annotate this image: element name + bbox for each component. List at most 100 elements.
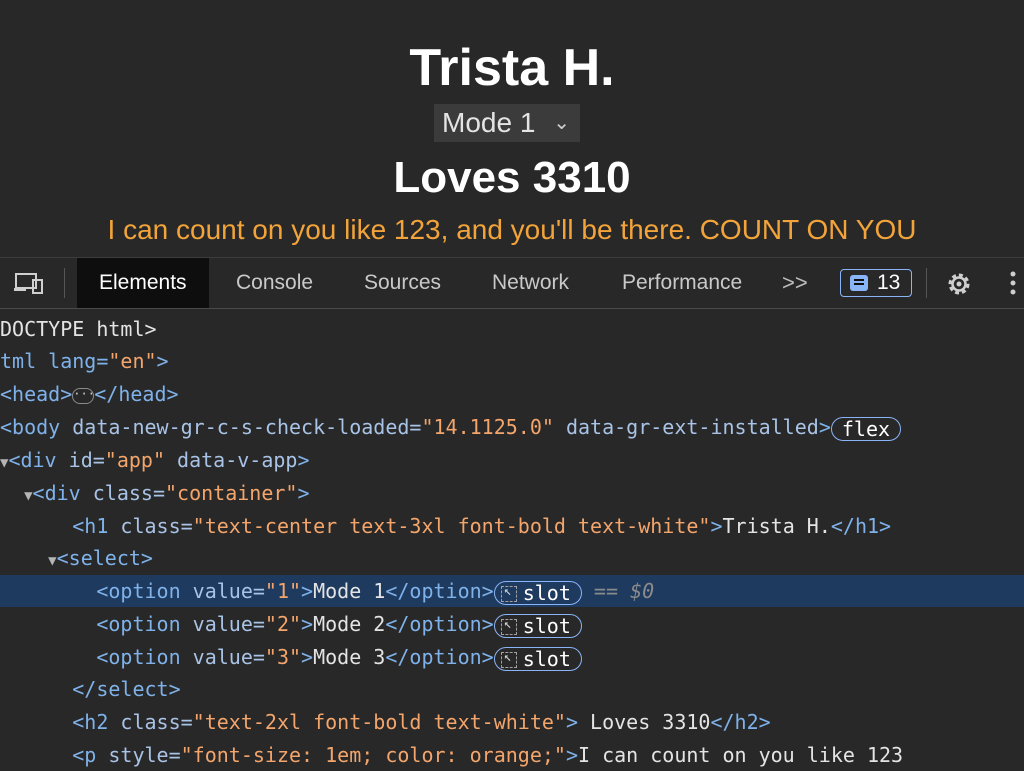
page-paragraph: I can count on you like 123, and you'll … xyxy=(107,214,917,245)
tree-line-h2[interactable]: <h2 class="text-2xl font-bold text-white… xyxy=(0,706,1024,738)
tree-line-option-1[interactable]: <option value="1">Mode 1</option> slot ==… xyxy=(0,575,1024,607)
flex-badge[interactable]: flex xyxy=(830,416,902,441)
text-node: Mode 3 xyxy=(313,645,386,669)
p-tag: <p xyxy=(72,743,109,767)
more-options-icon[interactable] xyxy=(1010,268,1016,298)
tag-close: > xyxy=(710,514,723,538)
attr-name: data-v-app xyxy=(165,448,298,472)
attr-name: data-new-gr-c-s-check-loaded= xyxy=(72,415,422,439)
more-tabs-button[interactable]: >> xyxy=(782,258,808,308)
expand-triangle-icon[interactable]: ▼ xyxy=(24,488,32,504)
devtools-panel: Elements Console Sources Network Perform… xyxy=(0,257,1024,767)
div-tag: <div xyxy=(8,448,69,472)
tag-close: > xyxy=(565,710,578,734)
option-tag: <option xyxy=(96,612,193,636)
text-node: I can count on you like 123 xyxy=(577,743,904,767)
issues-badge[interactable]: 13 xyxy=(840,269,912,297)
attr-value: "14.1125.0" xyxy=(421,415,554,439)
select-tag: <select> xyxy=(56,546,153,570)
tree-line-html[interactable]: tml lang="en"> xyxy=(0,345,1024,377)
tree-line-div-container[interactable]: ▼<div class="container"> xyxy=(0,477,1024,509)
rendered-page: Trista H. Mode 1 ⌄ Loves 3310 I can coun… xyxy=(0,0,1024,257)
option-tag: <option xyxy=(96,645,193,669)
h1-end-tag: </h1> xyxy=(830,514,892,538)
select-end-tag: </select> xyxy=(72,677,181,701)
option-tag: <option xyxy=(96,579,193,603)
tag-close: > xyxy=(156,349,169,373)
tree-line-body[interactable]: <body data-new-gr-c-s-check-loaded="14.1… xyxy=(0,411,1024,443)
tab-performance[interactable]: Performance xyxy=(622,258,742,308)
attr-name: data-gr-ext-installed xyxy=(553,415,819,439)
text-node: Mode 1 xyxy=(313,579,386,603)
slot-reveal-icon xyxy=(500,581,517,603)
device-toolbar-icon[interactable] xyxy=(14,271,46,295)
message-icon xyxy=(850,275,868,291)
attr-value: "container" xyxy=(165,481,298,505)
tree-line-head[interactable]: <head>···</head> xyxy=(0,378,1024,410)
chevron-down-icon: ⌄ xyxy=(553,112,570,134)
option-end-tag: </option> xyxy=(385,612,494,636)
doctype-text: DOCTYPE html> xyxy=(0,317,157,341)
slot-badge[interactable]: slot xyxy=(493,580,582,605)
issues-count: 13 xyxy=(877,271,901,294)
page-subtitle: Loves 3310 xyxy=(393,153,631,202)
tree-line-h1[interactable]: <h1 class="text-center text-3xl font-bol… xyxy=(0,510,1024,542)
slot-reveal-icon xyxy=(500,647,517,669)
tab-sources[interactable]: Sources xyxy=(364,258,441,308)
tab-elements[interactable]: Elements xyxy=(77,258,209,308)
option-end-tag: </option> xyxy=(385,645,494,669)
div-tag: <div xyxy=(32,481,93,505)
attr-name: id= xyxy=(68,448,105,472)
gear-icon[interactable] xyxy=(944,269,974,299)
attr-value: "2" xyxy=(264,612,302,636)
text-node: Trista H. xyxy=(722,514,831,538)
expand-triangle-icon[interactable]: ▼ xyxy=(48,553,56,569)
text-node: Loves 3310 xyxy=(578,710,711,734)
slot-label: slot xyxy=(522,613,571,638)
mode-select[interactable]: Mode 1 ⌄ xyxy=(434,104,580,142)
attr-name: value= xyxy=(192,645,265,669)
html-lang-value: "en" xyxy=(108,349,157,373)
mode-select-value: Mode 1 xyxy=(442,107,536,138)
attr-value: "app" xyxy=(104,448,165,472)
slot-label: slot xyxy=(522,646,571,671)
tree-line-option-3[interactable]: <option value="3">Mode 3</option> slot xyxy=(0,641,1024,673)
attr-value: "1" xyxy=(264,579,302,603)
attr-value: "font-size: 1em; color: orange;" xyxy=(180,743,566,767)
console-ref-marker: $0 xyxy=(630,579,655,603)
tag-close: > xyxy=(301,645,314,669)
text-node: Mode 2 xyxy=(313,612,386,636)
slot-badge[interactable]: slot xyxy=(493,613,582,638)
tree-line-select-end[interactable]: </select> xyxy=(0,673,1024,705)
h2-end-tag: </h2> xyxy=(710,710,771,734)
attr-name: value= xyxy=(192,612,265,636)
tag-close: > xyxy=(301,612,314,636)
attr-name: class= xyxy=(92,481,165,505)
attr-name: class= xyxy=(120,514,193,538)
attr-value: "text-center text-3xl font-bold text-whi… xyxy=(192,514,711,538)
tree-line-doctype[interactable]: DOCTYPE html> xyxy=(0,313,1024,345)
attr-value: "text-2xl font-bold text-white" xyxy=(192,710,566,734)
slot-badge[interactable]: slot xyxy=(493,646,582,671)
equals-marker: == xyxy=(593,579,619,603)
tree-line-select[interactable]: ▼<select> xyxy=(0,542,1024,574)
tree-line-option-2[interactable]: <option value="2">Mode 2</option> slot xyxy=(0,608,1024,640)
tree-line-div-app[interactable]: ▼<div id="app" data-v-app> xyxy=(0,444,1024,476)
tag-close: > xyxy=(565,743,578,767)
divider xyxy=(926,268,927,298)
h2-tag: <h2 xyxy=(72,710,121,734)
head-open-tag: <head> xyxy=(0,382,73,406)
page-title: Trista H. xyxy=(409,39,615,97)
attr-name: value= xyxy=(192,579,265,603)
option-end-tag: </option> xyxy=(385,579,494,603)
tree-line-p[interactable]: <p style="font-size: 1em; color: orange;… xyxy=(0,739,1024,771)
tab-console[interactable]: Console xyxy=(236,258,313,308)
attr-value: "3" xyxy=(264,645,302,669)
attr-name: class= xyxy=(120,710,193,734)
slot-label: slot xyxy=(522,580,571,605)
ellipsis-button[interactable]: ··· xyxy=(72,387,95,404)
tab-network[interactable]: Network xyxy=(492,258,569,308)
slot-reveal-icon xyxy=(500,614,517,636)
h1-tag: <h1 xyxy=(72,514,121,538)
tag-close: > xyxy=(301,579,314,603)
